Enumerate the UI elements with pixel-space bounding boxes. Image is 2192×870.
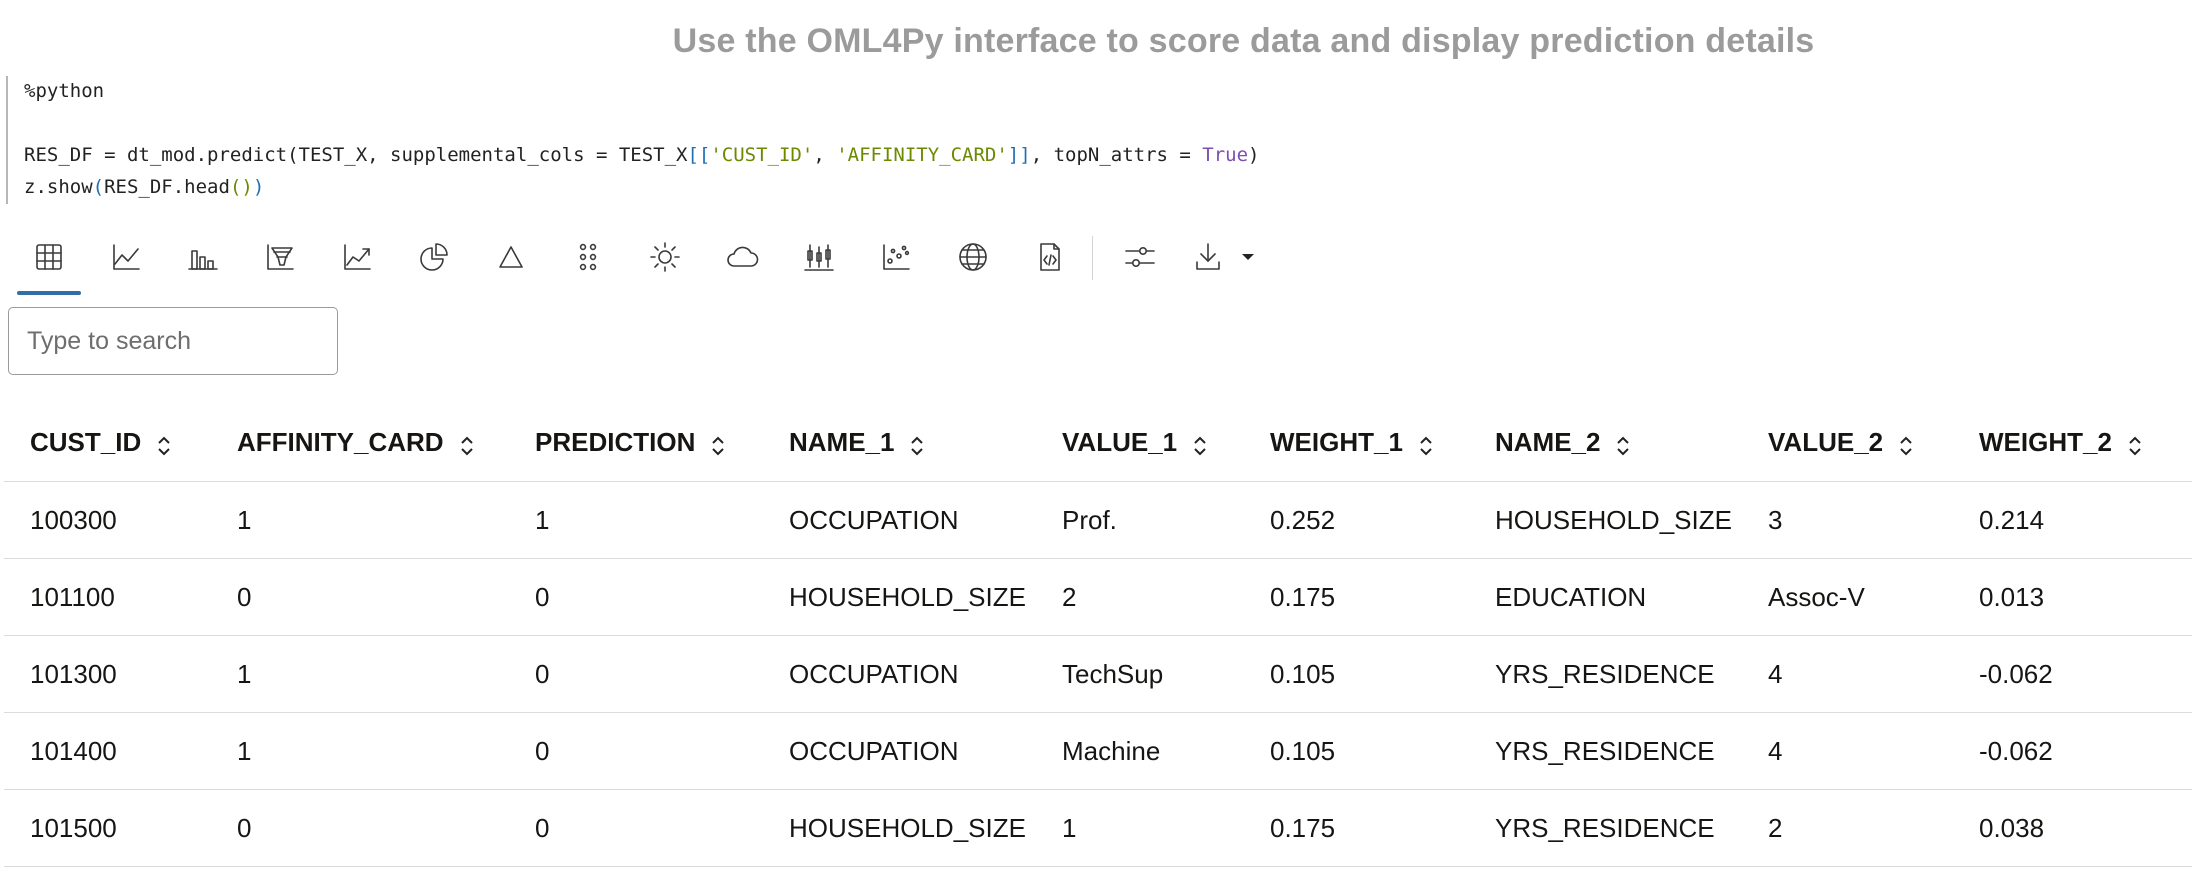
cell-name-1: OCCUPATION [763,712,1036,790]
cell-name-2: HOUSEHOLD_SIZE [1469,481,1742,559]
bubble-chart-icon[interactable] [864,222,928,292]
sort-icon[interactable] [711,433,725,456]
cell-value-2: Assoc-V [1742,558,1953,636]
column-header-affinity-card[interactable]: AFFINITY_CARD [211,404,509,482]
globe-map-icon[interactable] [941,222,1005,292]
code-cell[interactable]: %python RES_DF = dt_mod.predict(TEST_X, … [6,76,2192,204]
table-row: 101100 0 0 HOUSEHOLD_SIZE 2 0.175 EDUCAT… [4,558,2192,636]
cell-weight-2: 0.013 [1953,558,2192,636]
funnel-chart-icon[interactable] [248,222,312,292]
cell-weight-1: 0.252 [1244,481,1469,559]
table-header-row: CUST_ID AFFINITY_CARD PREDICTION NAME_1 … [4,404,2192,482]
column-header-cust-id[interactable]: CUST_ID [4,404,211,482]
area-chart-icon[interactable] [325,222,389,292]
cell-value-1: TechSup [1036,635,1244,713]
code-file-icon[interactable] [1018,222,1082,292]
cell-value-2: 4 [1742,635,1953,713]
cell-name-1: OCCUPATION [763,481,1036,559]
cell-name-2: YRS_RESIDENCE [1469,712,1742,790]
cell-cust-id: 101100 [4,558,211,636]
cell-name-2: EDUCATION [1469,558,1742,636]
cell-value-1: 2 [1036,558,1244,636]
tag-cloud-icon[interactable] [710,222,774,292]
cell-weight-1: 0.175 [1244,789,1469,867]
bar-chart-icon[interactable] [171,222,235,292]
cell-weight-1: 0.175 [1244,558,1469,636]
cell-value-1: Prof. [1036,481,1244,559]
column-header-value-1[interactable]: VALUE_1 [1036,404,1244,482]
code-line-2: RES_DF = dt_mod.predict(TEST_X, suppleme… [24,144,1260,166]
column-header-weight-1[interactable]: WEIGHT_1 [1244,404,1469,482]
cell-prediction: 0 [509,635,763,713]
cell-weight-2: 0.038 [1953,789,2192,867]
search-input[interactable] [8,307,338,375]
cell-name-1: HOUSEHOLD_SIZE [763,789,1036,867]
cell-value-1: 1 [1036,789,1244,867]
results-table: CUST_ID AFFINITY_CARD PREDICTION NAME_1 … [4,404,2192,867]
cell-affinity-card: 0 [211,558,509,636]
scatter-dots-icon[interactable] [556,222,620,292]
cell-prediction: 0 [509,558,763,636]
sort-icon[interactable] [1899,433,1913,456]
cell-cust-id: 101500 [4,789,211,867]
cell-affinity-card: 1 [211,712,509,790]
table-row: 101500 0 0 HOUSEHOLD_SIZE 1 0.175 YRS_RE… [4,789,2192,867]
sort-icon[interactable] [157,433,171,456]
table-icon[interactable] [17,222,81,295]
cell-affinity-card: 1 [211,635,509,713]
cell-weight-2: -0.062 [1953,635,2192,713]
cell-affinity-card: 1 [211,481,509,559]
column-header-name-1[interactable]: NAME_1 [763,404,1036,482]
cell-name-1: HOUSEHOLD_SIZE [763,558,1036,636]
cell-name-1: OCCUPATION [763,635,1036,713]
cell-value-2: 2 [1742,789,1953,867]
table-row: 101400 1 0 OCCUPATION Machine 0.105 YRS_… [4,712,2192,790]
page-title: Use the OML4Py interface to score data a… [672,22,1815,60]
sort-icon[interactable] [2128,433,2142,456]
cell-value-2: 4 [1742,712,1953,790]
cell-weight-1: 0.105 [1244,712,1469,790]
cell-affinity-card: 0 [211,789,509,867]
line-chart-icon[interactable] [94,222,158,292]
column-header-value-2[interactable]: VALUE_2 [1742,404,1953,482]
cell-value-2: 3 [1742,481,1953,559]
toolbar-divider [1092,236,1093,280]
cell-prediction: 1 [509,481,763,559]
cell-weight-1: 0.105 [1244,635,1469,713]
sunburst-icon[interactable] [633,222,697,292]
cell-cust-id: 100300 [4,481,211,559]
sort-icon[interactable] [460,433,474,456]
cell-prediction: 0 [509,712,763,790]
code-line-1: %python [24,80,105,102]
cell-cust-id: 101300 [4,635,211,713]
pyramid-chart-icon[interactable] [479,222,543,292]
cell-weight-2: -0.062 [1953,712,2192,790]
chevron-down-icon [1242,254,1254,260]
table-row: 100300 1 1 OCCUPATION Prof. 0.252 HOUSEH… [4,481,2192,559]
column-header-name-2[interactable]: NAME_2 [1469,404,1742,482]
code-line-3: z.show(RES_DF.head()) [24,176,265,198]
settings-sliders-icon[interactable] [1108,222,1172,292]
column-header-weight-2[interactable]: WEIGHT_2 [1953,404,2192,482]
download-icon[interactable] [1178,222,1270,292]
sort-icon[interactable] [1616,433,1630,456]
sort-icon[interactable] [910,433,924,456]
cell-prediction: 0 [509,789,763,867]
pie-chart-icon[interactable] [402,222,466,292]
cell-value-1: Machine [1036,712,1244,790]
sort-icon[interactable] [1193,433,1207,456]
cell-name-2: YRS_RESIDENCE [1469,635,1742,713]
table-row: 101300 1 0 OCCUPATION TechSup 0.105 YRS_… [4,635,2192,713]
cell-weight-2: 0.214 [1953,481,2192,559]
sort-icon[interactable] [1419,433,1433,456]
column-header-prediction[interactable]: PREDICTION [509,404,763,482]
cell-cust-id: 101400 [4,712,211,790]
box-plot-icon[interactable] [787,222,851,292]
cell-name-2: YRS_RESIDENCE [1469,789,1742,867]
visualization-toolbar [0,222,1400,295]
